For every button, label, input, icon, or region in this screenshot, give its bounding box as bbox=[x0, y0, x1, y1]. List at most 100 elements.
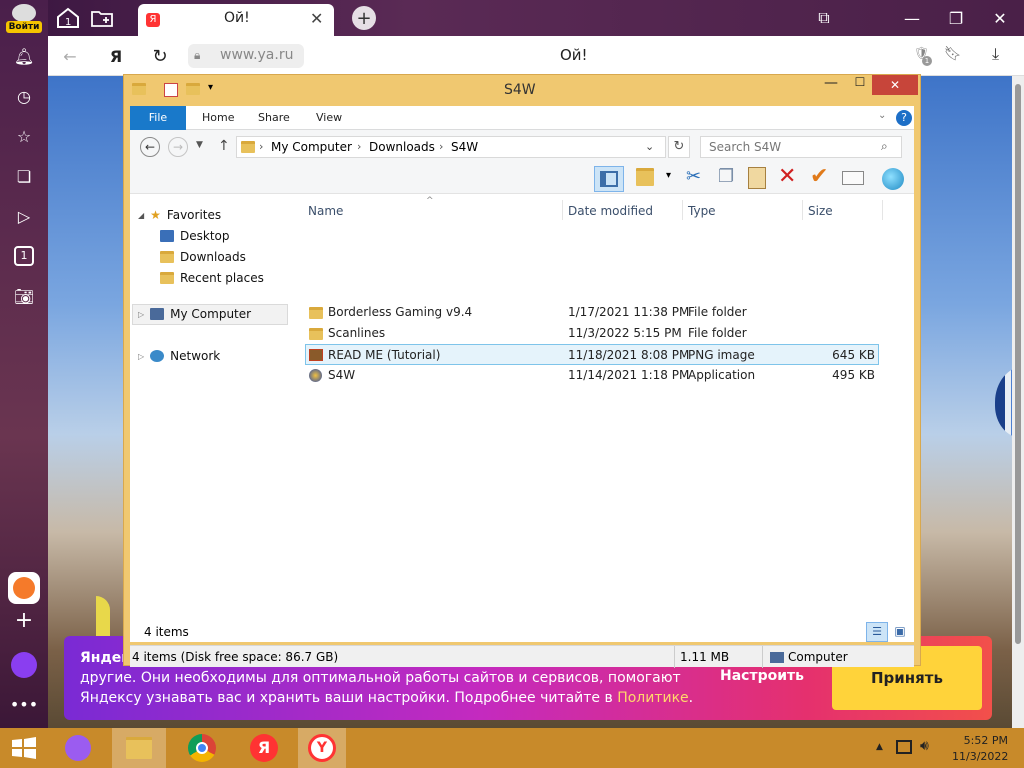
minimize-browser-icon[interactable]: — bbox=[900, 6, 924, 30]
alice-assistant-icon[interactable] bbox=[11, 652, 37, 678]
close-browser-icon[interactable]: ✕ bbox=[988, 6, 1012, 30]
maximize-window-icon[interactable]: ☐ bbox=[846, 75, 874, 95]
mail-app-icon[interactable] bbox=[8, 572, 40, 604]
breadcrumb-my-computer[interactable]: My Computer bbox=[271, 140, 352, 154]
chrome-taskbar-icon[interactable] bbox=[178, 728, 226, 768]
refresh-icon[interactable]: ↻ bbox=[668, 136, 690, 158]
page-scrollbar[interactable] bbox=[1012, 76, 1024, 728]
delete-icon[interactable]: ✕ bbox=[778, 164, 796, 189]
new-tab-icon[interactable]: + bbox=[352, 6, 376, 30]
policy-link[interactable]: Политике bbox=[617, 690, 688, 706]
configure-button[interactable]: Настроить bbox=[720, 668, 804, 684]
tab-close-icon[interactable]: ✕ bbox=[310, 9, 323, 28]
reload-icon[interactable]: ↻ bbox=[148, 44, 172, 68]
properties-folder-icon[interactable] bbox=[636, 168, 654, 189]
preview-pane-icon[interactable] bbox=[594, 166, 624, 192]
yandex-taskbar-icon[interactable]: Я bbox=[240, 728, 288, 768]
breadcrumb-downloads[interactable]: Downloads bbox=[369, 140, 435, 154]
clock-date[interactable]: 11/3/2022 bbox=[952, 750, 1008, 763]
column-name[interactable]: Name bbox=[308, 204, 343, 218]
sidebar-badge[interactable]: 1 bbox=[14, 246, 34, 266]
login-button[interactable]: Войти bbox=[6, 21, 42, 33]
copy-icon[interactable]: ❐ bbox=[718, 166, 734, 187]
tree-network[interactable]: ▷ Network bbox=[138, 349, 220, 363]
home-tab-icon[interactable]: 1 bbox=[54, 6, 82, 30]
back-arrow-icon[interactable]: ← bbox=[58, 44, 82, 68]
tree-recent-places[interactable]: Recent places bbox=[160, 271, 264, 285]
item-count-bar: 4 items ☰ ▣ bbox=[130, 620, 914, 642]
tab-home[interactable]: Home bbox=[188, 106, 248, 130]
tab-share[interactable]: Share bbox=[244, 106, 304, 130]
cut-icon[interactable]: ✂ bbox=[686, 166, 701, 187]
video-play-icon[interactable]: ▷ bbox=[12, 204, 36, 228]
tree-collapse2-icon: ▷ bbox=[138, 351, 145, 361]
restore-browser-icon[interactable]: ❐ bbox=[944, 6, 968, 30]
paste-icon[interactable] bbox=[748, 167, 766, 189]
tree-favorites[interactable]: ◢ ★ Favorites bbox=[138, 208, 221, 222]
add-sidebar-app-icon[interactable]: + bbox=[12, 608, 36, 633]
recent-locations-icon[interactable]: ▼ bbox=[196, 140, 203, 150]
active-tab[interactable]: Я Ой! ✕ bbox=[138, 4, 334, 36]
file-row[interactable]: S4W 11/14/2021 1:18 PM Application 495 K… bbox=[305, 365, 879, 386]
explorer-taskbar-icon[interactable] bbox=[112, 728, 166, 768]
rename-icon[interactable] bbox=[842, 171, 864, 185]
ribbon-expand-icon[interactable]: ⌄ bbox=[878, 110, 886, 121]
start-button[interactable] bbox=[0, 728, 48, 768]
bookmark-icon[interactable]: 🔖︎ bbox=[944, 46, 962, 62]
column-divider bbox=[682, 200, 683, 220]
minimize-window-icon[interactable]: — bbox=[816, 75, 846, 95]
explorer-titlebar[interactable]: ▾ S4W — ☐ ✕ bbox=[124, 75, 920, 105]
file-row[interactable]: Borderless Gaming v9.4 1/17/2021 11:38 P… bbox=[305, 302, 879, 323]
column-type[interactable]: Type bbox=[688, 204, 716, 218]
collections-icon[interactable]: ⧉ bbox=[812, 6, 836, 30]
tree-my-computer[interactable]: ▷ My Computer bbox=[138, 307, 251, 321]
checkmark-icon[interactable]: ✔ bbox=[810, 164, 828, 189]
tree-desktop[interactable]: Desktop bbox=[160, 229, 230, 243]
properties-quick-icon[interactable] bbox=[164, 83, 178, 97]
collections-sidebar-icon[interactable]: ❏ bbox=[12, 164, 36, 188]
tab-file[interactable]: File bbox=[130, 106, 186, 130]
camera-icon[interactable]: 📷︎ bbox=[12, 284, 36, 308]
alice-taskbar-icon[interactable] bbox=[54, 728, 102, 768]
tree-downloads[interactable]: Downloads bbox=[160, 250, 246, 264]
details-view-icon[interactable]: ☰ bbox=[866, 622, 888, 642]
large-icons-view-icon[interactable]: ▣ bbox=[890, 622, 910, 642]
add-folder-icon[interactable] bbox=[88, 6, 116, 30]
column-date[interactable]: Date modified bbox=[568, 204, 653, 218]
status-computer-icon bbox=[770, 652, 784, 663]
yandex-browser-taskbar-icon[interactable]: Y bbox=[298, 728, 346, 768]
url-pill[interactable]: 🔒︎ www.ya.ru bbox=[188, 44, 304, 68]
up-button[interactable]: ↑ bbox=[218, 138, 230, 154]
download-icon[interactable]: ⤓ bbox=[992, 44, 999, 64]
forward-button[interactable]: → bbox=[168, 137, 188, 157]
yandex-logo-icon[interactable]: Я bbox=[104, 44, 128, 68]
computer-icon bbox=[150, 308, 165, 320]
close-window-icon[interactable]: ✕ bbox=[872, 75, 918, 95]
search-box[interactable]: Search S4W ⌕ bbox=[700, 136, 902, 158]
globe-icon[interactable] bbox=[882, 168, 904, 190]
volume-tray-icon[interactable]: 🔊︎ bbox=[920, 738, 929, 754]
avatar[interactable] bbox=[12, 4, 36, 22]
notifications-icon[interactable]: 🔔︎ bbox=[12, 44, 36, 68]
clock-time[interactable]: 5:52 PM bbox=[952, 734, 1008, 747]
history-icon[interactable]: ◷ bbox=[12, 84, 36, 108]
new-folder-quick-icon[interactable] bbox=[186, 83, 200, 98]
address-breadcrumb[interactable]: › My Computer › Downloads › S4W ⌄ bbox=[236, 136, 666, 158]
file-row-selected[interactable]: READ ME (Tutorial) 11/18/2021 8:08 PM PN… bbox=[305, 344, 879, 365]
properties-dropdown-icon[interactable]: ▾ bbox=[666, 170, 671, 181]
tree-desktop-label: Desktop bbox=[180, 229, 230, 243]
tray-expand-icon[interactable]: ▲ bbox=[876, 742, 883, 752]
quick-access-dropdown-icon[interactable]: ▾ bbox=[208, 82, 213, 93]
help-icon[interactable]: ? bbox=[896, 110, 912, 126]
network-tray-icon[interactable] bbox=[896, 740, 912, 754]
back-button[interactable]: ← bbox=[140, 137, 160, 157]
tree-network-label: Network bbox=[170, 349, 221, 363]
more-dots-icon[interactable]: ••• bbox=[10, 692, 38, 716]
column-size[interactable]: Size bbox=[808, 204, 833, 218]
tab-view[interactable]: View bbox=[302, 106, 356, 130]
breadcrumb-s4w[interactable]: S4W bbox=[451, 140, 478, 154]
search-icon[interactable]: ⌕ bbox=[881, 139, 888, 154]
address-dropdown-icon[interactable]: ⌄ bbox=[645, 140, 654, 153]
file-row[interactable]: Scanlines 11/3/2022 5:15 PM File folder bbox=[305, 323, 879, 344]
bookmarks-star-icon[interactable]: ☆ bbox=[12, 124, 36, 148]
